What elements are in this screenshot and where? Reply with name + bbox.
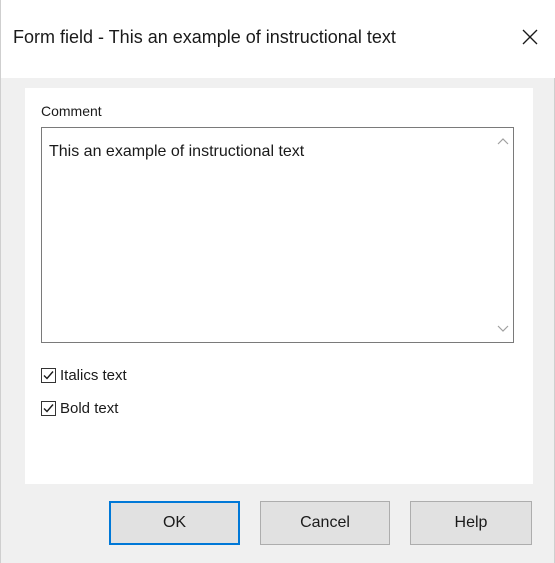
chevron-up-icon[interactable] — [497, 136, 509, 148]
help-button[interactable]: Help — [410, 501, 532, 545]
content-panel: Comment This an example of instructional… — [25, 88, 533, 484]
cancel-button[interactable]: Cancel — [260, 501, 390, 545]
comment-text: This an example of instructional text — [49, 143, 305, 160]
checkmark-icon — [43, 371, 54, 380]
ok-button[interactable]: OK — [109, 501, 240, 545]
form-field-dialog: Form field - This an example of instruct… — [0, 0, 555, 563]
vertical-scrollbar[interactable] — [493, 128, 513, 342]
title-bar: Form field - This an example of instruct… — [1, 0, 555, 78]
comment-label: Comment — [41, 103, 102, 119]
comment-textarea[interactable]: This an example of instructional text — [41, 127, 514, 343]
bold-checkbox-label: Bold text — [60, 400, 119, 417]
bold-checkbox-row[interactable]: Bold text — [41, 400, 118, 417]
italics-checkbox-label: Italics text — [60, 367, 127, 384]
checkmark-icon — [43, 404, 54, 413]
italics-checkbox[interactable] — [41, 368, 56, 383]
chevron-down-icon[interactable] — [497, 322, 509, 334]
dialog-title: Form field - This an example of instruct… — [13, 27, 396, 47]
close-icon — [522, 29, 538, 45]
italics-checkbox-row[interactable]: Italics text — [41, 367, 127, 384]
close-button[interactable] — [512, 20, 548, 54]
bold-checkbox[interactable] — [41, 401, 56, 416]
